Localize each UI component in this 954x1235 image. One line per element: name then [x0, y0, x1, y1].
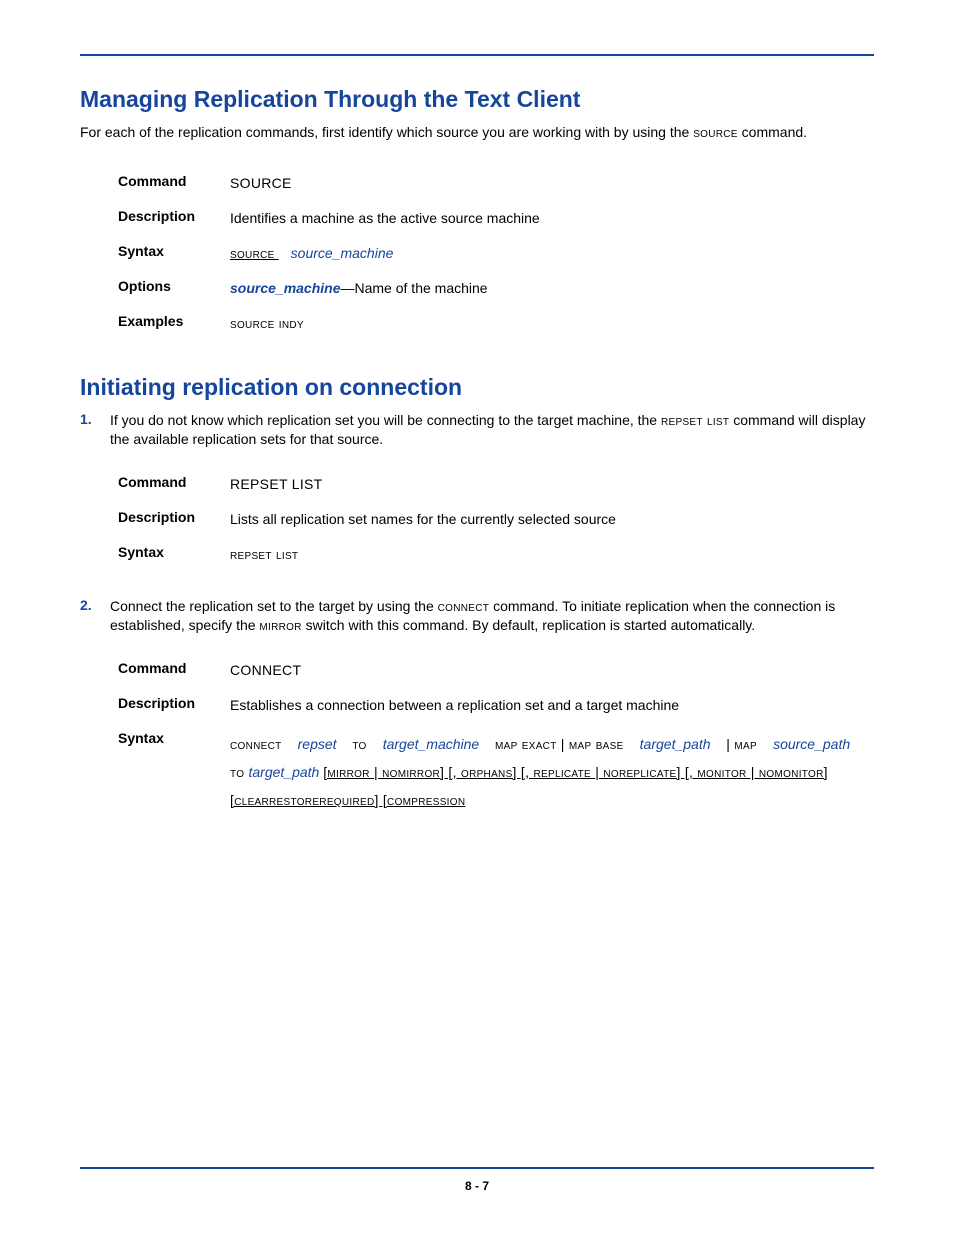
step-1-body: If you do not know which replication set… — [110, 411, 874, 450]
label-description: Description — [118, 509, 230, 525]
source-command-ref: Command SOURCE Description Identifies a … — [118, 173, 874, 334]
label-syntax: Syntax — [118, 544, 230, 560]
step2-cmd1: connect — [438, 598, 490, 614]
section1-title: Managing Replication Through the Text Cl… — [80, 86, 874, 113]
step-2-num: 2. — [80, 597, 110, 613]
bottom-rule — [80, 1167, 874, 1169]
row-command: Command CONNECT — [118, 660, 874, 681]
intro-cmd: source — [693, 124, 738, 140]
row-syntax: Syntax source source_machine — [118, 243, 874, 264]
step-2: 2. Connect the replication set to the ta… — [80, 597, 874, 636]
top-rule — [80, 54, 874, 56]
row-command: Command SOURCE — [118, 173, 874, 194]
syn-p3: target_path — [640, 736, 711, 752]
value-command: REPSET LIST — [230, 474, 874, 495]
value-command: CONNECT — [230, 660, 874, 681]
syn-p1: repset — [298, 736, 337, 752]
syntax-param: source_machine — [291, 245, 394, 261]
page-footer: 8 - 7 — [0, 1167, 954, 1193]
row-syntax: Syntax repset list — [118, 544, 874, 565]
label-command: Command — [118, 660, 230, 676]
syn-p4: source_path — [773, 736, 850, 752]
row-options: Options source_machine—Name of the machi… — [118, 278, 874, 299]
value-description: Lists all replication set names for the … — [230, 509, 874, 530]
value-syntax: connect repset to target_machine map exa… — [230, 730, 874, 814]
label-syntax: Syntax — [118, 730, 230, 746]
syn-t5: to — [230, 764, 249, 780]
syn-t6: [mirror | nomirror] [, orphans] [, repli… — [323, 764, 697, 780]
step2-c: switch with this command. By default, re… — [302, 617, 755, 633]
label-options: Options — [118, 278, 230, 294]
value-examples: source indy — [230, 313, 874, 334]
syn-t2: to — [352, 736, 371, 752]
steps: 1. If you do not know which replication … — [80, 411, 874, 814]
label-syntax: Syntax — [118, 243, 230, 259]
step1-a: If you do not know which replication set… — [110, 412, 661, 428]
intro-text-a: For each of the replication commands, fi… — [80, 124, 693, 140]
value-description: Identifies a machine as the active sourc… — [230, 208, 874, 229]
step-1: 1. If you do not know which replication … — [80, 411, 874, 450]
label-description: Description — [118, 208, 230, 224]
row-description: Description Identifies a machine as the … — [118, 208, 874, 229]
options-text: —Name of the machine — [341, 280, 488, 296]
section2-title: Initiating replication on connection — [80, 374, 874, 401]
step-1-num: 1. — [80, 411, 110, 427]
label-command: Command — [118, 173, 230, 189]
label-description: Description — [118, 695, 230, 711]
label-command: Command — [118, 474, 230, 490]
label-examples: Examples — [118, 313, 230, 329]
step2-cmd2: mirror — [259, 617, 301, 633]
row-description: Description Lists all replication set na… — [118, 509, 874, 530]
options-param: source_machine — [230, 280, 341, 296]
repsetlist-command-ref: Command REPSET LIST Description Lists al… — [118, 474, 874, 565]
connect-command-ref: Command CONNECT Description Establishes … — [118, 660, 874, 814]
step1-cmd: repset list — [661, 412, 729, 428]
row-examples: Examples source indy — [118, 313, 874, 334]
page-number: 8 - 7 — [0, 1179, 954, 1193]
step-2-body: Connect the replication set to the targe… — [110, 597, 874, 636]
syn-t3: map exact | map base — [495, 736, 628, 752]
value-syntax: repset list — [230, 544, 874, 565]
section1-intro: For each of the replication commands, fi… — [80, 123, 874, 143]
value-description: Establishes a connection between a repli… — [230, 695, 874, 716]
syn-p2: target_machine — [383, 736, 480, 752]
value-command: SOURCE — [230, 173, 874, 194]
syn-t1: connect — [230, 736, 286, 752]
intro-text-b: command. — [738, 124, 807, 140]
row-command: Command REPSET LIST — [118, 474, 874, 495]
value-syntax: source source_machine — [230, 243, 874, 264]
row-syntax: Syntax connect repset to target_machine … — [118, 730, 874, 814]
value-options: source_machine—Name of the machine — [230, 278, 874, 299]
step2-a: Connect the replication set to the targe… — [110, 598, 438, 614]
syn-t4: | map — [726, 736, 761, 752]
row-description: Description Establishes a connection bet… — [118, 695, 874, 716]
syn-p5: target_path — [249, 764, 320, 780]
syntax-prefix: source — [230, 245, 279, 261]
